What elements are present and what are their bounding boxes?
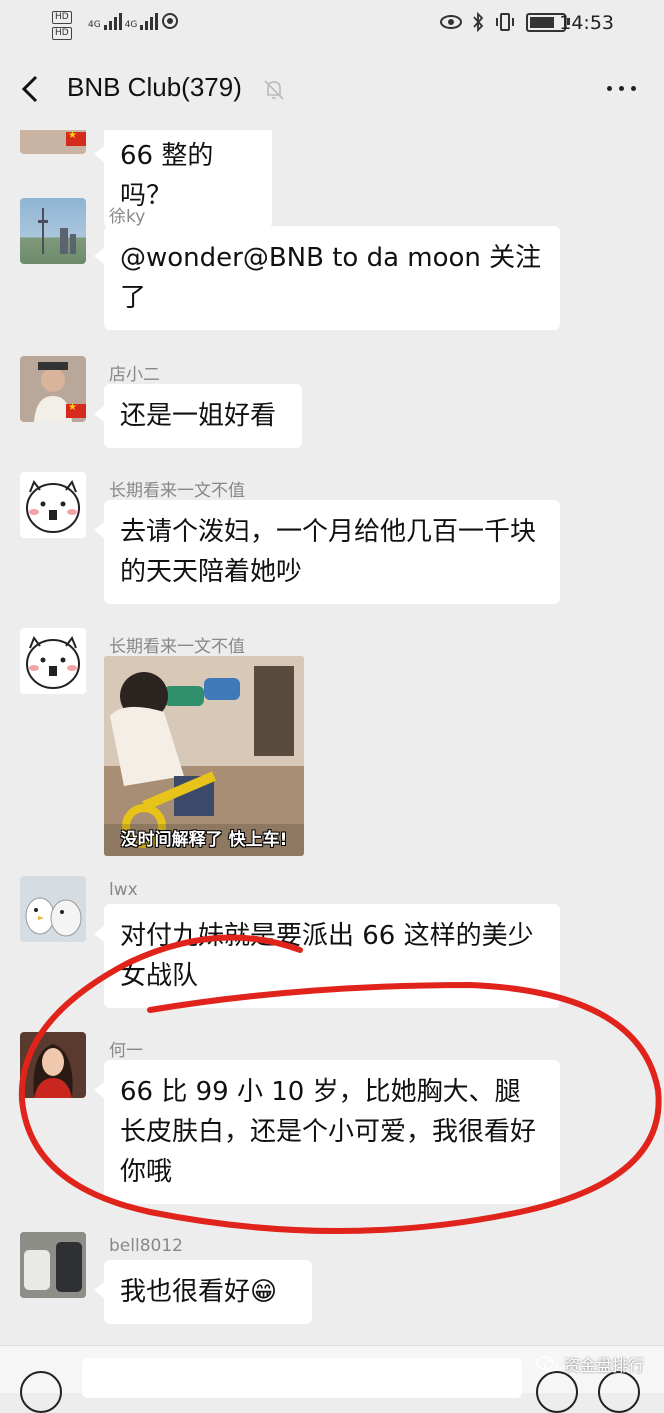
message-bubble: 我也很看好😁 [94, 1260, 312, 1324]
network-indicators: HD HD [52, 8, 74, 40]
eye-icon [440, 15, 462, 29]
message-bubble: 对付九妹就是要派出 66 这样的美少女战队 [94, 904, 560, 1008]
flag-badge [66, 130, 86, 146]
image-message[interactable]: 没时间解释了 快上车! [104, 656, 304, 856]
sync-icon [162, 13, 179, 29]
message-list: 66 整的吗？ 徐ky @wonder@BNB to da moon 关注了 店… [0, 130, 664, 1345]
more-dots-icon[interactable] [607, 86, 636, 91]
cartoon-face-icon [26, 635, 80, 689]
sender-name: 徐ky [109, 207, 146, 227]
chat-title: BNB Club(379) [67, 72, 242, 102]
message-bubble: 66 比 99 小 10 岁，比她胸大、腿长皮肤白，还是个小可爱，我很看好你哦 [94, 1060, 560, 1204]
voice-icon[interactable] [20, 1371, 62, 1413]
avatar[interactable] [20, 198, 86, 264]
status-bar: HD HD 4G 4G 14:53 [0, 0, 664, 50]
sender-name: bell8012 [109, 1236, 183, 1256]
plus-icon[interactable] [598, 1371, 640, 1413]
avatar[interactable] [20, 1032, 86, 1098]
flag-badge [66, 402, 86, 418]
chevron-left-icon[interactable] [20, 74, 40, 104]
message-bubble: @wonder@BNB to da moon 关注了 [94, 226, 560, 330]
bluetooth-icon [473, 12, 484, 32]
emoji-icon[interactable] [536, 1371, 578, 1413]
vibrate-icon [496, 13, 514, 31]
sender-name: 何一 [109, 1041, 143, 1061]
message-bubble: 还是一姐好看 [94, 384, 302, 448]
message-input[interactable] [82, 1358, 522, 1398]
watermark-text: 资金盘排行 [563, 1356, 644, 1375]
hd-badge-2: HD [52, 27, 72, 40]
sender-name: 长期看来一文不值 [109, 481, 245, 501]
wechat-icon [536, 1356, 558, 1372]
net-4g-label-1: 4G [88, 20, 101, 30]
chat-header: BNB Club(379) [0, 50, 664, 130]
message-bubble: 去请个泼妇，一个月给他几百一千块的天天陪着她吵 [94, 500, 560, 604]
signal-icon: 4G 4G [88, 12, 179, 30]
image-caption: 没时间解释了 快上车! [120, 830, 288, 850]
avatar[interactable] [20, 876, 86, 942]
hd-badge-1: HD [52, 11, 72, 24]
net-4g-label-2: 4G [124, 20, 138, 30]
bell-off-icon [264, 80, 284, 100]
sender-name: 店小二 [109, 365, 160, 385]
avatar[interactable] [20, 472, 86, 538]
sender-name: 长期看来一文不值 [109, 637, 245, 657]
sender-name: lwx [109, 880, 138, 900]
clock: 14:53 [559, 12, 614, 34]
avatar[interactable] [20, 1232, 86, 1298]
avatar[interactable] [20, 628, 86, 694]
watermark: 资金盘排行 [536, 1352, 644, 1376]
cartoon-face-icon [26, 479, 80, 533]
